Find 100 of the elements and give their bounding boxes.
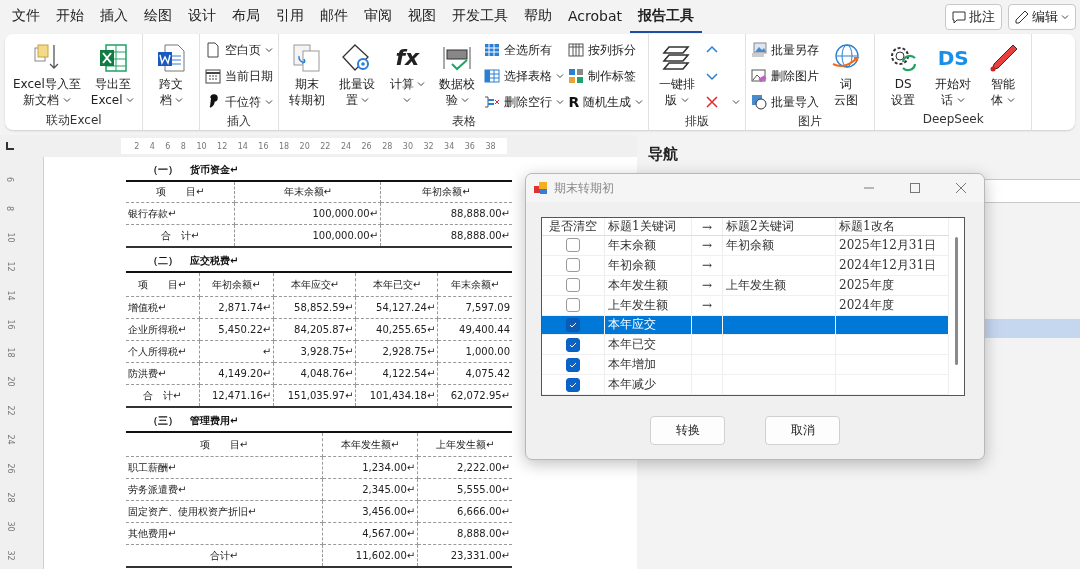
menu-tab[interactable]: 帮助 — [516, 0, 560, 33]
ribbon-button[interactable]: fx 计算 — [384, 38, 431, 113]
chevron-down-icon — [361, 96, 370, 104]
checkbox[interactable] — [566, 238, 580, 253]
menu-tab[interactable]: 设计 — [180, 0, 224, 33]
grid-cell: 本年已交 — [608, 336, 656, 354]
chevron-down-icon — [126, 96, 135, 104]
menu-tab[interactable]: Acrobat — [560, 0, 630, 33]
section-title: 应交税费↵ — [190, 253, 239, 268]
grid-cell: 上年发生额 — [726, 276, 786, 294]
table-cell: 企业所得税↵ — [126, 318, 200, 341]
table-cell: 4,149.20↵ — [199, 362, 274, 385]
checkbox[interactable] — [566, 357, 580, 372]
ribbon-item[interactable]: 删除图片 — [751, 65, 820, 87]
group-label: DeepSeek — [922, 112, 984, 126]
column-header: 本年发生额↵ — [322, 432, 418, 457]
ribbon-button[interactable]: 导出至 Excel — [87, 38, 138, 112]
table-cell: 88,888.00↵ — [380, 202, 512, 225]
calendar-icon — [205, 68, 222, 84]
ribbon-item[interactable]: 全选所有 — [484, 39, 565, 61]
ribbon-item[interactable]: 批量另存 — [751, 39, 820, 61]
close-icon — [956, 183, 966, 193]
section-number: （三） — [148, 413, 178, 428]
menu-tab[interactable]: 开发工具 — [444, 0, 516, 33]
table-cell: 合计↵ — [126, 544, 323, 567]
grid-cell: 本年增加 — [608, 356, 656, 374]
section-number: （二） — [148, 253, 178, 268]
table-cell: 4,122.54↵ — [355, 362, 438, 385]
column-header: 本年已交↵ — [355, 272, 438, 297]
ribbon-button[interactable]: 跨文 档 — [148, 38, 195, 112]
menu-tab[interactable]: 布局 — [224, 0, 268, 33]
ribbon-button[interactable]: Excel导入至 新文档 — [10, 38, 84, 112]
grid-row[interactable]: 本年减少 — [542, 375, 949, 395]
tiles-icon — [568, 68, 585, 84]
group-label: 插入 — [227, 114, 252, 128]
checkbox[interactable] — [566, 337, 580, 352]
grid-row[interactable]: 本年增加 — [542, 355, 949, 376]
pencil-icon — [1015, 9, 1029, 24]
checkbox[interactable] — [566, 258, 580, 273]
ribbon-button[interactable]: 智能 体 — [980, 38, 1027, 112]
ribbon-button[interactable]: 词 云图 — [823, 38, 870, 113]
menu-tab[interactable]: 审阅 — [356, 0, 400, 33]
grid-row[interactable]: 年初余额 → 2024年12月31日 — [542, 255, 949, 276]
menu-tab[interactable]: 插入 — [92, 0, 136, 33]
grid-row[interactable]: 本年已交 — [542, 335, 949, 356]
table-cell: 合 计↵ — [126, 384, 200, 407]
table-cell: 8,888.00↵ — [417, 522, 512, 545]
ribbon-item[interactable]: 空白页 — [205, 39, 274, 61]
table-cell: 49,400.44 — [437, 318, 512, 341]
chevron-down-icon — [681, 96, 690, 104]
menu-tab[interactable]: 引用 — [268, 0, 312, 33]
ribbon-button[interactable]: DS 开始对 话 — [930, 38, 977, 112]
grid-cell: → — [701, 258, 713, 273]
column-header: 项 目↵ — [126, 181, 235, 203]
ribbon-item[interactable]: 按列拆分 — [568, 39, 644, 61]
checkbox[interactable] — [566, 377, 580, 392]
table-icon — [484, 42, 501, 58]
table-cell: 54,127.24↵ — [355, 296, 438, 319]
ribbon-item[interactable]: 选择表格 — [484, 65, 565, 87]
ribbon-item[interactable]: 千位符 — [205, 91, 274, 113]
chevron-down-icon — [461, 96, 470, 104]
dialog-button[interactable]: 取消 — [765, 416, 840, 445]
grid-cell: → — [701, 238, 713, 253]
ribbon-button[interactable]: 数据校 验 — [434, 38, 481, 113]
grid-cell: → — [701, 298, 713, 313]
table-cell: 5,450.22↵ — [199, 318, 274, 341]
ribbon-button[interactable]: DS 设置 — [880, 38, 927, 112]
grid-row[interactable]: 年末余额 → 年初余额 2025年12月31日 — [542, 236, 949, 256]
comment-button[interactable]: 批注 — [945, 3, 1002, 30]
maximize-icon — [910, 183, 920, 193]
scrollbar[interactable] — [955, 237, 958, 365]
ribbon-button[interactable]: 期末 转期初 — [284, 38, 331, 113]
ribbon-button[interactable]: 批量设 置 — [334, 38, 381, 113]
checkbox[interactable] — [566, 278, 580, 293]
menu-tab[interactable]: 邮件 — [312, 0, 356, 33]
table-cell: 其他费用↵ — [126, 522, 323, 545]
glyph-icon: fx — [395, 47, 420, 69]
grid-row[interactable]: 本年应交 — [542, 315, 949, 336]
menu-tab[interactable]: 开始 — [48, 0, 92, 33]
menu-tab[interactable]: 文件 — [4, 0, 48, 33]
edit-button[interactable]: 编辑 — [1008, 3, 1076, 30]
ribbon-item[interactable]: 删除空行 — [484, 91, 565, 113]
table-cell: 职工薪酬↵ — [126, 456, 323, 479]
ribbon-item[interactable]: R 随机生成 — [568, 91, 644, 113]
menu-tab[interactable]: 绘图 — [136, 0, 180, 33]
ribbon-button[interactable]: 一键排 版 — [654, 38, 701, 113]
checkbox[interactable] — [566, 317, 580, 332]
checkbox[interactable] — [566, 298, 580, 313]
ribbon-item[interactable]: 当前日期 — [205, 65, 274, 87]
ribbon-item[interactable]: 制作标签 — [568, 65, 644, 87]
group-label: 排版 — [685, 114, 710, 128]
dialog-button[interactable]: 转换 — [650, 416, 725, 445]
grid-row[interactable]: 本年发生额 → 上年发生额 2025年度 — [542, 275, 949, 296]
close-icon — [704, 94, 721, 110]
ribbon-item[interactable]: 批量导入 — [751, 91, 820, 113]
grid-cell: 年初余额 — [608, 256, 656, 274]
column-header: 项 目↵ — [126, 272, 200, 297]
grid-row[interactable]: 上年发生额 → 2024年度 — [542, 295, 949, 316]
menu-tab[interactable]: 视图 — [400, 0, 444, 33]
grid-cell: 2025年度 — [839, 276, 894, 294]
